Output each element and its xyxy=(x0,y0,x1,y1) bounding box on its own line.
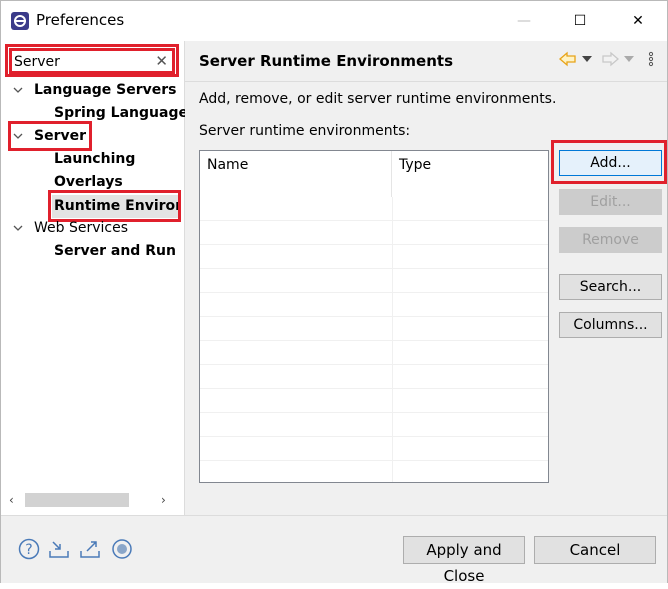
table-row xyxy=(200,389,548,413)
dialog-footer: ? Apply and Close Cancel xyxy=(1,515,667,585)
table-label: Server runtime environments: xyxy=(199,123,411,139)
remove-button[interactable]: Remove xyxy=(559,227,662,253)
tree-item-label: Server and Runtime xyxy=(54,243,176,259)
tree-item-label: Launching xyxy=(54,151,136,167)
table-row xyxy=(200,197,548,221)
table-row xyxy=(200,461,548,482)
export-icon[interactable] xyxy=(79,538,101,560)
tree-item-label: Spring Language xyxy=(54,105,188,121)
chevron-down-icon[interactable] xyxy=(13,223,23,233)
preference-page: Server Runtime Environments Add, remove,… xyxy=(185,41,667,515)
cancel-button[interactable]: Cancel xyxy=(534,536,656,564)
table-row xyxy=(200,341,548,365)
tree-item-server-and-runtime[interactable]: Server and Runtime xyxy=(54,241,176,261)
tree-item-label: Overlays xyxy=(54,174,123,190)
tree-item-spring-language[interactable]: Spring Language xyxy=(54,103,188,123)
edit-button[interactable]: Edit... xyxy=(559,189,662,215)
window-title: Preferences xyxy=(36,11,125,29)
eclipse-icon xyxy=(11,12,29,30)
chevron-down-icon[interactable] xyxy=(13,85,23,95)
preferences-window: Preferences — ☐ ✕ ✕ Language Servers Spr… xyxy=(0,0,668,585)
column-header-type[interactable]: Type xyxy=(392,151,548,197)
tree-item-label: Language Servers xyxy=(34,82,177,98)
chevron-down-icon[interactable] xyxy=(582,55,592,63)
table-row xyxy=(200,437,548,461)
columns-button[interactable]: Columns... xyxy=(559,312,662,338)
table-row xyxy=(200,365,548,389)
forward-arrow-icon[interactable] xyxy=(601,51,619,67)
back-arrow-icon[interactable] xyxy=(559,51,577,67)
apply-and-close-button[interactable]: Apply and Close xyxy=(403,536,525,585)
page-title: Server Runtime Environments xyxy=(199,52,453,70)
chevron-down-icon[interactable] xyxy=(624,55,634,63)
minimize-button[interactable]: — xyxy=(501,1,547,41)
record-icon[interactable] xyxy=(111,538,133,560)
tree-horizontal-scrollbar[interactable]: ‹ › xyxy=(7,491,177,509)
server-highlight xyxy=(8,121,92,151)
close-button[interactable]: ✕ xyxy=(615,1,661,41)
search-button[interactable]: Search... xyxy=(559,274,662,300)
import-icon[interactable] xyxy=(48,538,70,560)
maximize-button[interactable]: ☐ xyxy=(557,1,603,41)
tree-item-launching[interactable]: Launching xyxy=(54,149,135,169)
page-description: Add, remove, or edit server runtime envi… xyxy=(199,91,557,107)
preference-tree-panel: ✕ Language Servers Spring Language Serve… xyxy=(1,41,188,515)
table-row xyxy=(200,413,548,437)
table-row xyxy=(200,221,548,245)
view-menu-icon[interactable] xyxy=(648,51,654,67)
tree-item-overlays[interactable]: Overlays xyxy=(54,172,123,192)
page-header: Server Runtime Environments xyxy=(185,41,667,82)
title-bar: Preferences — ☐ ✕ xyxy=(1,1,667,41)
filter-highlight xyxy=(5,44,179,77)
table-row xyxy=(200,293,548,317)
help-icon[interactable]: ? xyxy=(18,538,40,560)
svg-text:?: ? xyxy=(25,542,32,558)
table-row xyxy=(200,245,548,269)
scroll-right-icon[interactable]: › xyxy=(161,491,166,509)
tree-item-label: Web Services xyxy=(34,220,129,236)
scroll-left-icon[interactable]: ‹ xyxy=(9,491,14,509)
table-row xyxy=(200,269,548,293)
table-row xyxy=(200,317,548,341)
scrollbar-thumb[interactable] xyxy=(25,493,129,507)
column-header-name[interactable]: Name xyxy=(200,151,392,197)
add-button-highlight xyxy=(551,140,667,184)
runtime-table[interactable]: Name Type xyxy=(199,150,549,483)
